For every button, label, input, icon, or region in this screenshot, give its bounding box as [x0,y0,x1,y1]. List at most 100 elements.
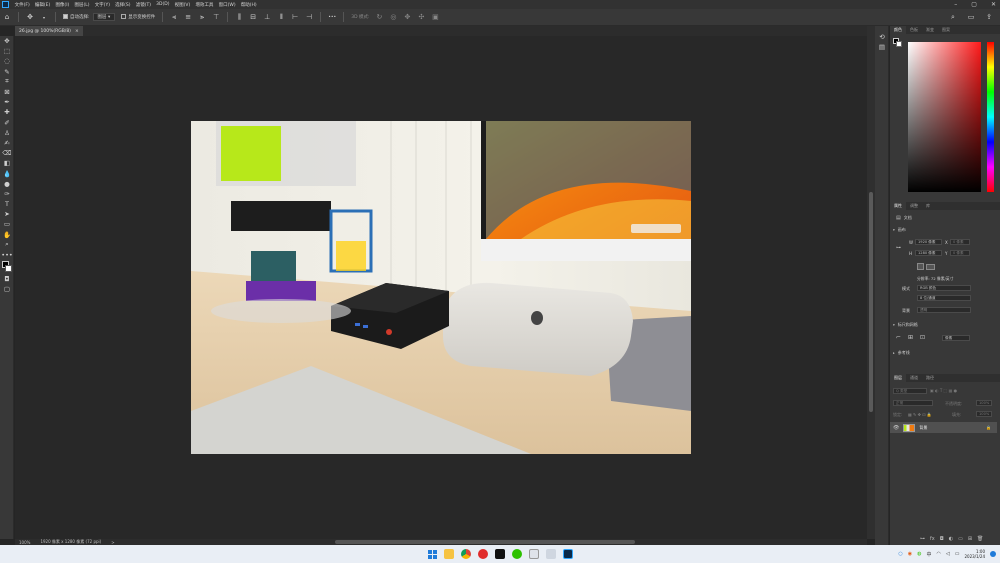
type-tool-icon[interactable]: T [0,199,14,209]
align-left-icon[interactable]: ⫷ [169,12,179,22]
eraser-tool-icon[interactable]: ⌫ [0,148,14,158]
x-field[interactable]: 0 像素 [950,239,970,245]
mode-dropdown[interactable]: RGB 颜色 [917,285,971,291]
hand-tool-icon[interactable]: ✋ [0,230,14,240]
ruler-unit-dropdown[interactable]: 像素 [942,335,970,341]
guides-icon[interactable]: ⊡ [920,334,925,341]
maximize-button[interactable]: ▢ [971,1,977,8]
volume-icon[interactable]: ◁ [946,551,950,557]
chevron-right-icon[interactable]: ▸ [893,351,895,355]
color-swatch-icon[interactable] [0,260,14,274]
crop-tool-icon[interactable]: ⌗ [0,77,14,87]
start-icon[interactable] [427,549,437,559]
lasso-tool-icon[interactable]: ◌ [0,56,14,66]
path-select-tool-icon[interactable]: ➤ [0,209,14,219]
align-right-icon[interactable]: ⫸ [197,12,207,22]
quick-mask-icon[interactable]: ◘ [0,274,14,284]
search-icon[interactable]: ⌕ [948,12,958,22]
auto-select-dropdown[interactable]: 图层 ▾ [92,13,116,21]
layer-row[interactable]: 👁 背景 🔒 [890,422,997,433]
opacity-field[interactable]: 100% [976,400,992,406]
tray-app-icon[interactable]: ◉ [908,551,912,557]
menu-help[interactable]: 帮助(H) [238,2,259,8]
menu-3d[interactable]: 3D(D) [154,2,173,7]
document-image[interactable] [191,121,691,454]
pen-tool-icon[interactable]: ✑ [0,189,14,199]
pen-app-icon[interactable] [546,549,556,559]
clone-stamp-tool-icon[interactable]: ♙ [0,128,14,138]
chevron-down-icon[interactable]: ▾ [893,228,895,232]
menu-select[interactable]: 选择(S) [113,2,134,8]
distribute-horizontal-icon[interactable]: ⫴ [276,12,286,22]
tab-channels[interactable]: 通道 [906,374,922,382]
menu-layer[interactable]: 图层(L) [72,2,92,8]
ruler-icon[interactable]: ⌐ [896,334,901,341]
chevron-down-icon[interactable]: ▾ [39,12,49,22]
gradient-tool-icon[interactable]: ◧ [0,158,14,168]
y-field[interactable]: 0 像素 [950,250,970,256]
link-layers-icon[interactable]: ⊶ [920,536,925,542]
tab-properties[interactable]: 属性 [890,202,906,210]
wechat-icon[interactable] [512,549,522,559]
menu-view[interactable]: 视图(V) [172,2,193,8]
vertical-scrollbar[interactable] [867,26,875,539]
lock-icons[interactable]: ▦ ✎ ✥ ⊡ 🔒 [908,412,932,417]
roll-3d-icon[interactable]: ◎ [388,12,398,22]
slide-3d-icon[interactable]: ✣ [416,12,426,22]
tab-paths[interactable]: 路径 [922,374,938,382]
menu-window[interactable]: 窗口(W) [216,2,238,8]
tray-app-icon[interactable]: ○ [898,551,902,557]
portrait-icon[interactable] [917,263,924,270]
menu-type[interactable]: 文字(Y) [92,2,112,8]
healing-brush-tool-icon[interactable]: ✚ [0,107,14,117]
brush-tool-icon[interactable]: ✐ [0,118,14,128]
notification-icon[interactable] [990,551,996,557]
eye-icon[interactable]: 👁 [893,425,899,431]
orbit-3d-icon[interactable]: ↻ [374,12,384,22]
document-tab-close-button[interactable]: × [75,29,79,34]
hue-slider[interactable] [987,42,994,192]
menu-file[interactable]: 文件(F) [12,2,32,8]
file-explorer-icon[interactable] [444,549,454,559]
menu-edit[interactable]: 编辑(E) [32,2,53,8]
layer-filter-icons[interactable]: ▣ ◐ T ⬚ ▦ ● [930,388,957,393]
distribute-bottom-icon[interactable]: ⊥ [262,12,272,22]
align-top-icon[interactable]: ⊤ [211,12,221,22]
minimize-button[interactable]: – [954,1,957,8]
adjustment-layer-icon[interactable]: ◐ [949,536,953,542]
background-dropdown[interactable]: 透明 [917,307,971,313]
eyedropper-tool-icon[interactable]: ✒ [0,97,14,107]
monitor-app-icon[interactable] [529,549,539,559]
fill-field[interactable]: 100% [976,411,992,417]
align-center-icon[interactable]: ≡ [183,12,193,22]
bit-depth-dropdown[interactable]: 8 位/通道 [917,295,971,301]
more-options-button[interactable]: ••• [328,15,336,20]
landscape-icon[interactable] [926,264,935,270]
input-method-icon[interactable]: 中 [927,551,932,558]
blur-tool-icon[interactable]: 💧 [0,168,14,178]
align-bottom-icon[interactable]: ⊣ [304,12,314,22]
distribute-right-icon[interactable]: ⊢ [290,12,300,22]
netease-music-icon[interactable] [478,549,488,559]
tab-gradients[interactable]: 渐变 [922,26,938,34]
height-field[interactable]: 1280 像素 [915,250,942,256]
color-picker-field[interactable] [908,42,981,192]
marquee-tool-icon[interactable]: ⬚ [0,46,14,56]
delete-layer-icon[interactable]: 🗑 [977,536,983,542]
zoom-tool-icon[interactable]: ⌕ [0,240,14,250]
status-arrow-button[interactable]: > [111,540,114,545]
horizontal-scrollbar-thumb[interactable] [335,540,635,544]
move-tool-icon[interactable]: ✥ [0,36,14,46]
screen-mode-icon[interactable]: ▢ [0,284,14,294]
tab-adjustments[interactable]: 调整 [906,202,922,210]
rectangle-tool-icon[interactable]: ▭ [0,219,14,229]
chrome-icon[interactable] [461,549,471,559]
fx-icon[interactable]: fx [930,536,935,542]
close-button[interactable]: ✕ [991,1,996,8]
more-tools-icon[interactable]: ••• [0,250,14,260]
scale-3d-icon[interactable]: ▣ [430,12,440,22]
home-icon[interactable]: ⌂ [2,12,12,22]
zoom-level[interactable]: 100% [19,540,30,545]
menu-filter[interactable]: 滤镜(T) [133,2,153,8]
dodge-tool-icon[interactable]: ● [0,179,14,189]
